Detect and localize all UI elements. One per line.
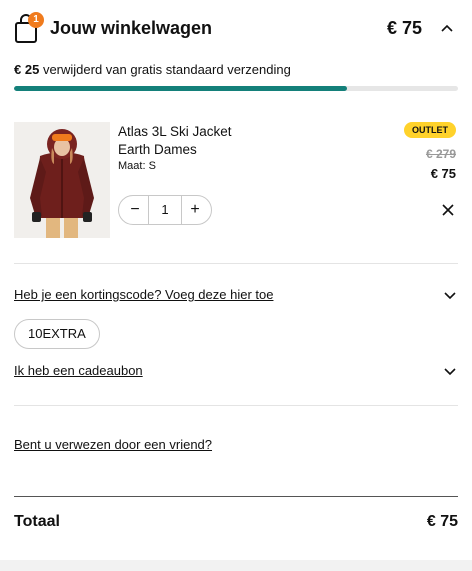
cart-item: Atlas 3L Ski Jacket Earth Dames Maat: S … [14,122,458,242]
discount-code-row[interactable]: Heb je een kortingscode? Voeg deze hier … [14,286,458,306]
collapse-button[interactable] [436,18,458,40]
referral-link[interactable]: Bent u verwezen door een vriend? [14,437,212,452]
shopping-bag-icon[interactable]: 1 [14,12,44,44]
outlet-badge: OUTLET [404,122,456,138]
quantity-stepper: − 1 + [118,195,212,225]
cart-header: 1 Jouw winkelwagen € 75 [14,12,458,46]
discount-code-link[interactable]: Heb je een kortingscode? Voeg deze hier … [14,287,273,302]
giftcard-row[interactable]: Ik heb een cadeaubon [14,362,458,382]
increase-quantity-button[interactable]: + [181,196,209,224]
divider [14,263,458,264]
product-image[interactable] [14,122,110,238]
chevron-down-icon[interactable] [442,363,458,379]
decrease-quantity-button[interactable]: − [121,196,149,224]
cart-panel: 1 Jouw winkelwagen € 75 € 25 verwijderd … [0,0,472,560]
quantity-value[interactable]: 1 [148,196,182,224]
divider [14,405,458,406]
total-divider [14,496,458,497]
chevron-down-icon[interactable] [442,287,458,303]
chevron-up-icon [441,24,453,32]
free-shipping-message: € 25 verwijderd van gratis standaard ver… [14,62,291,77]
sale-price: € 75 [430,166,456,181]
total-label: Totaal [14,513,60,530]
product-name-line2: Earth Dames [118,142,197,157]
shipping-remaining-amount: € 25 [14,62,40,77]
product-name-line1: Atlas 3L Ski Jacket [118,124,232,139]
shipping-progress-bar [14,86,458,91]
product-name[interactable]: Atlas 3L Ski Jacket Earth Dames [118,123,288,159]
header-total: € 75 [386,18,422,38]
applied-discount-code[interactable]: 10EXTRA [14,319,100,349]
total-value: € 75 [426,513,458,530]
shipping-message-text: verwijderd van gratis standaard verzendi… [42,62,291,77]
product-size: Maat: S [118,160,156,172]
shipping-progress-fill [14,86,347,91]
remove-item-button[interactable] [438,200,458,220]
original-price: € 279 [425,147,456,161]
referral-row[interactable]: Bent u verwezen door een vriend? [14,436,458,456]
cart-title: Jouw winkelwagen [50,18,213,38]
close-icon [442,204,454,216]
giftcard-link[interactable]: Ik heb een cadeaubon [14,363,143,378]
cart-count-badge: 1 [28,12,44,28]
